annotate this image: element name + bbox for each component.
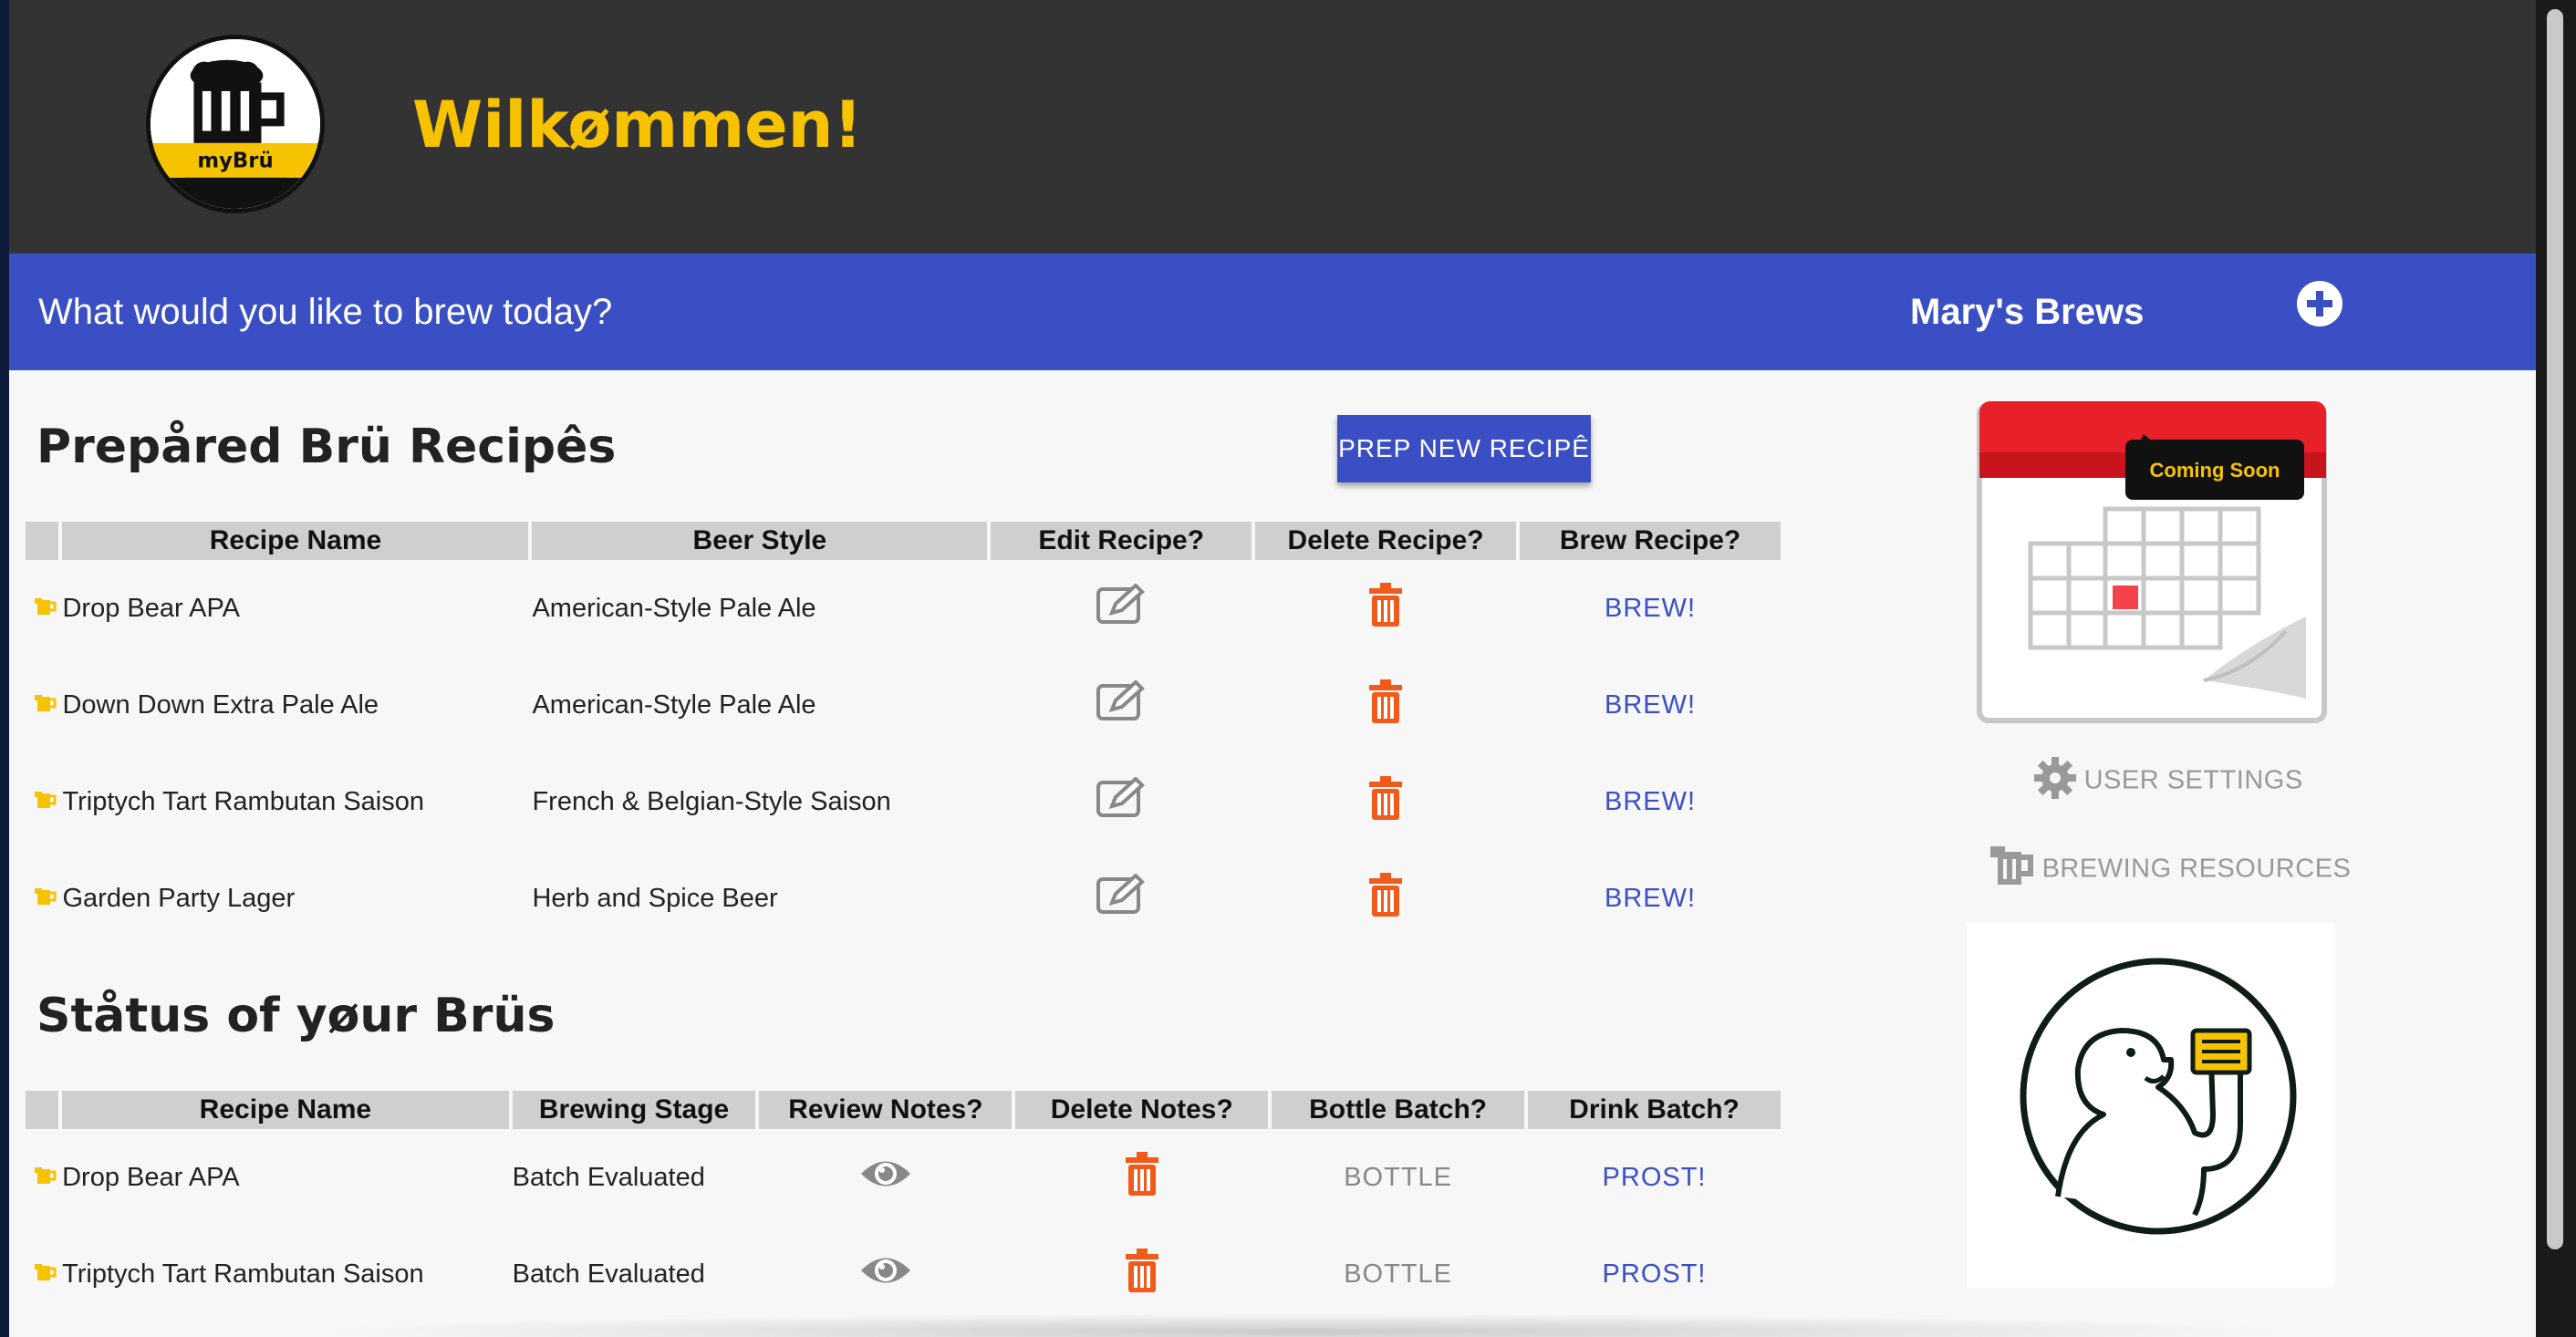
eye-icon[interactable]: [859, 1253, 912, 1295]
brewing-stage: Batch Evaluated: [512, 1162, 705, 1192]
app-window: myBrü Wilkømmen! What would you like to …: [9, 0, 2536, 1337]
bottle-link[interactable]: BOTTLE: [1344, 1163, 1452, 1192]
header-delete-notes: Delete Notes?: [1015, 1091, 1269, 1129]
trash-icon[interactable]: [1124, 1249, 1160, 1300]
recipes-header-row: Recipe Name Beer Style Edit Recipe? Dele…: [26, 522, 1781, 560]
trash-icon[interactable]: [1367, 776, 1404, 827]
recipes-title: Prepåred Brü Recipês: [36, 420, 617, 474]
mug-icon: [26, 850, 58, 947]
recipe-name[interactable]: Garden Party Lager: [62, 850, 528, 947]
beer-style: American-Style Pale Ale: [532, 593, 816, 623]
user-settings-link[interactable]: USER SETTINGS: [2034, 757, 2303, 806]
vertical-scrollbar[interactable]: [2536, 0, 2576, 1337]
brewing-resources-link[interactable]: BREWING RESOURCES: [1990, 846, 2351, 894]
bottom-shadow: [301, 1313, 2308, 1337]
recipes-table: Recipe Name Beer Style Edit Recipe? Dele…: [22, 522, 1784, 947]
trash-icon[interactable]: [1367, 873, 1404, 924]
recipe-name[interactable]: Down Down Extra Pale Ale: [62, 657, 528, 753]
header-blank: [26, 522, 59, 560]
brew-link[interactable]: BREW!: [1605, 690, 1696, 720]
header-recipe-name: Recipe Name: [62, 1091, 509, 1129]
brew-link[interactable]: BREW!: [1605, 594, 1696, 623]
plus-circle-icon[interactable]: [2297, 281, 2342, 326]
gear-icon: [2034, 757, 2076, 806]
brew-prompt: What would you like to brew today?: [38, 292, 613, 332]
brewing-resources-label: BREWING RESOURCES: [2041, 854, 2352, 884]
edit-pencil-icon[interactable]: [1096, 679, 1147, 730]
trash-icon[interactable]: [1367, 679, 1404, 731]
mug-icon: [26, 560, 58, 657]
mug-icon: [26, 657, 58, 753]
brewing-stage: Batch Evaluated: [512, 1259, 705, 1289]
table-row: Triptych Tart Rambutan Saison Batch Eval…: [26, 1226, 1781, 1322]
coming-soon-badge: Coming Soon: [2150, 459, 2280, 482]
table-row: Garden Party Lager Herb and Spice Beer B…: [26, 850, 1781, 947]
calendar-widget[interactable]: Coming Soon: [1976, 398, 2332, 728]
header-recipe-name: Recipe Name: [62, 522, 529, 560]
header-brew-recipe: Brew Recipe?: [1520, 522, 1781, 560]
brew-link[interactable]: BREW!: [1605, 787, 1696, 816]
mug-icon: [26, 1226, 58, 1322]
logo-text: myBrü: [197, 149, 273, 172]
edit-pencil-icon[interactable]: [1096, 776, 1147, 826]
prost-link[interactable]: PROST!: [1603, 1259, 1707, 1289]
header-edit-recipe: Edit Recipe?: [991, 522, 1252, 560]
recipe-name[interactable]: Triptych Tart Rambutan Saison: [62, 753, 528, 850]
status-table: Recipe Name Brewing Stage Review Notes? …: [22, 1091, 1784, 1322]
header-blank: [26, 1091, 59, 1129]
header-beer-style: Beer Style: [532, 522, 988, 560]
welcome-heading: Wilkømmen!: [412, 88, 863, 162]
header-review-notes: Review Notes?: [759, 1091, 1013, 1129]
bottle-link[interactable]: BOTTLE: [1344, 1259, 1452, 1289]
mug-icon: [1990, 846, 2034, 894]
eye-icon[interactable]: [859, 1156, 912, 1198]
prost-link[interactable]: PROST!: [1603, 1163, 1707, 1192]
user-brews-name[interactable]: Mary's Brews: [1910, 292, 2144, 333]
top-header: myBrü Wilkømmen!: [9, 0, 2536, 254]
trash-icon[interactable]: [1124, 1152, 1160, 1203]
header-delete-recipe: Delete Recipe?: [1255, 522, 1517, 560]
mug-icon: [26, 1129, 58, 1226]
beer-style: Herb and Spice Beer: [532, 883, 778, 913]
prep-new-recipe-button[interactable]: PREP NEW RECIPÊ: [1337, 415, 1591, 482]
table-row: Triptych Tart Rambutan Saison French & B…: [26, 753, 1781, 850]
scrollbar-thumb[interactable]: [2547, 9, 2563, 1249]
trash-icon[interactable]: [1367, 583, 1404, 634]
prompt-bar: What would you like to brew today? Mary'…: [9, 254, 2536, 370]
edit-pencil-icon[interactable]: [1096, 873, 1147, 923]
brew-link[interactable]: BREW!: [1605, 884, 1696, 913]
recipe-name[interactable]: Drop Bear APA: [62, 1129, 509, 1226]
header-brewing-stage: Brewing Stage: [512, 1091, 756, 1129]
table-row: Down Down Extra Pale Ale American-Style …: [26, 657, 1781, 753]
header-drink-batch: Drink Batch?: [1528, 1091, 1781, 1129]
user-settings-label: USER SETTINGS: [2083, 765, 2303, 795]
recipe-name[interactable]: Triptych Tart Rambutan Saison: [62, 1226, 509, 1322]
table-row: Drop Bear APA American-Style Pale Ale BR…: [26, 560, 1781, 657]
beer-style: French & Belgian-Style Saison: [532, 786, 891, 816]
status-title: Ståtus of yøur Brüs: [36, 989, 556, 1043]
recipe-name[interactable]: Drop Bear APA: [62, 560, 528, 657]
status-header-row: Recipe Name Brewing Stage Review Notes? …: [26, 1091, 1781, 1129]
mug-icon: [26, 753, 58, 850]
mascot-image: [1967, 923, 2335, 1288]
header-bottle-batch: Bottle Batch?: [1272, 1091, 1525, 1129]
edit-pencil-icon[interactable]: [1096, 583, 1147, 633]
beer-style: American-Style Pale Ale: [532, 689, 816, 720]
mybru-logo[interactable]: myBrü: [146, 35, 325, 213]
table-row: Drop Bear APA Batch Evaluated BOTTLE PRO…: [26, 1129, 1781, 1226]
